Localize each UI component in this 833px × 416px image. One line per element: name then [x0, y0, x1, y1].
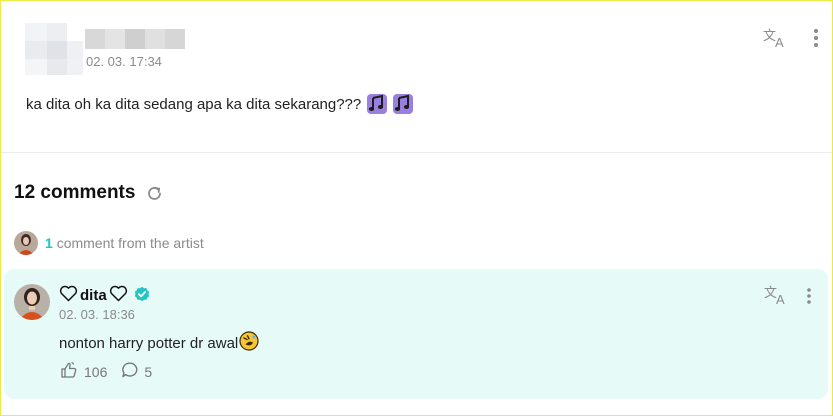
heart-outline-icon	[59, 285, 78, 306]
post: 02. 03. 17:34 文 A ka dita oh ka dita sed…	[1, 1, 832, 153]
artist-comment-card: dita 02. 03. 18:36 文 A nonton harry pott…	[4, 269, 828, 399]
verified-badge-icon	[134, 286, 150, 306]
reply-bubble-icon	[121, 361, 139, 382]
comment-text: nonton harry potter dr awal	[59, 334, 239, 352]
comment-body: nonton harry potter dr awal	[59, 331, 259, 355]
author-avatar-blurred[interactable]	[25, 23, 83, 75]
refresh-icon[interactable]	[145, 184, 163, 202]
post-body: ka dita oh ka dita sedang apa ka dita se…	[26, 94, 414, 114]
artist-comment-count: 1	[45, 235, 53, 251]
more-vertical-icon[interactable]	[802, 284, 816, 308]
musical-notes-emoji	[367, 94, 388, 114]
artist-mini-avatar	[14, 231, 38, 255]
comment-actions: 106 5	[59, 361, 152, 382]
post-text: ka dita oh ka dita sedang apa ka dita se…	[26, 95, 362, 113]
comments-header: 12 comments	[14, 182, 163, 204]
musical-notes-emoji	[393, 94, 414, 114]
rolling-laughing-emoji	[239, 331, 259, 355]
artist-comment-filter[interactable]: 1 comment from the artist	[14, 231, 204, 255]
heart-outline-icon	[109, 285, 128, 306]
comment-timestamp: 02. 03. 18:36	[59, 307, 135, 322]
reply-button[interactable]: 5	[121, 361, 152, 382]
reply-count: 5	[144, 363, 153, 380]
svg-text:A: A	[775, 35, 784, 49]
author-name-blurred[interactable]	[85, 29, 185, 49]
artist-comment-label: comment from the artist	[56, 235, 204, 251]
svg-text:A: A	[776, 292, 785, 306]
like-icon	[59, 361, 79, 382]
like-button[interactable]: 106	[59, 361, 107, 382]
artist-avatar[interactable]	[14, 284, 50, 320]
artist-name[interactable]: dita	[59, 285, 150, 306]
post-timestamp: 02. 03. 17:34	[86, 54, 162, 69]
like-count: 106	[84, 363, 108, 380]
comments-count: 12 comments	[14, 182, 136, 203]
translate-icon[interactable]: 文 A	[761, 25, 789, 51]
artist-name-text: dita	[80, 287, 107, 304]
more-vertical-icon[interactable]	[807, 25, 825, 51]
translate-icon[interactable]: 文 A	[762, 283, 790, 307]
